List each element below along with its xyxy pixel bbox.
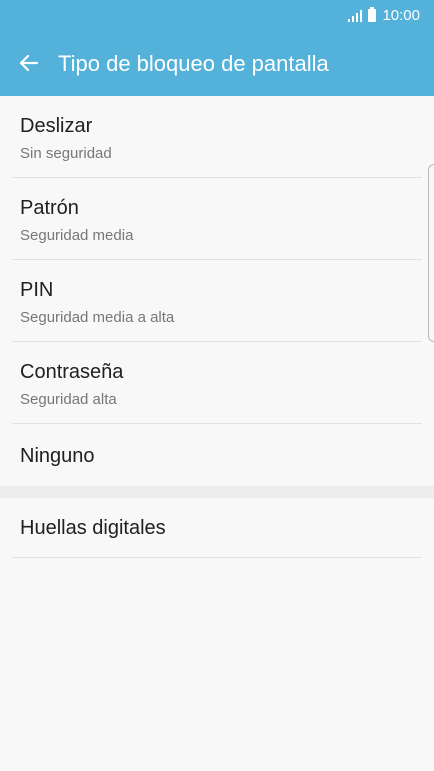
lock-type-list: Deslizar Sin seguridad Patrón Seguridad …	[0, 96, 434, 558]
option-title: Ninguno	[20, 445, 95, 467]
battery-icon	[368, 7, 377, 22]
option-password[interactable]: Contraseña Seguridad alta	[12, 342, 422, 424]
option-title: Huellas digitales	[20, 517, 166, 539]
option-title: Patrón	[20, 197, 79, 219]
back-arrow-icon[interactable]	[17, 51, 41, 75]
app-bar: Tipo de bloqueo de pantalla	[0, 32, 434, 96]
section-divider	[0, 486, 434, 498]
status-icons: 10:00	[348, 7, 420, 24]
option-title: PIN	[20, 279, 54, 301]
option-none[interactable]: Ninguno	[12, 424, 422, 486]
signal-icon	[348, 9, 363, 22]
option-swipe[interactable]: Deslizar Sin seguridad	[12, 96, 422, 178]
option-title: Deslizar	[20, 115, 93, 137]
edge-panel-handle[interactable]	[428, 164, 434, 342]
option-fingerprints[interactable]: Huellas digitales	[12, 498, 422, 558]
option-pattern[interactable]: Patrón Seguridad media	[12, 178, 422, 260]
option-title: Contraseña	[20, 361, 124, 383]
option-subtitle: Seguridad media	[20, 227, 134, 244]
status-bar: 10:00	[0, 0, 434, 32]
status-time: 10:00	[382, 7, 420, 24]
screen: 10:00 Tipo de bloqueo de pantalla Desliz…	[0, 0, 434, 771]
option-subtitle: Seguridad alta	[20, 391, 117, 408]
option-pin[interactable]: PIN Seguridad media a alta	[12, 260, 422, 342]
option-subtitle: Seguridad media a alta	[20, 309, 175, 326]
page-title: Tipo de bloqueo de pantalla	[58, 51, 329, 76]
option-subtitle: Sin seguridad	[20, 145, 112, 162]
